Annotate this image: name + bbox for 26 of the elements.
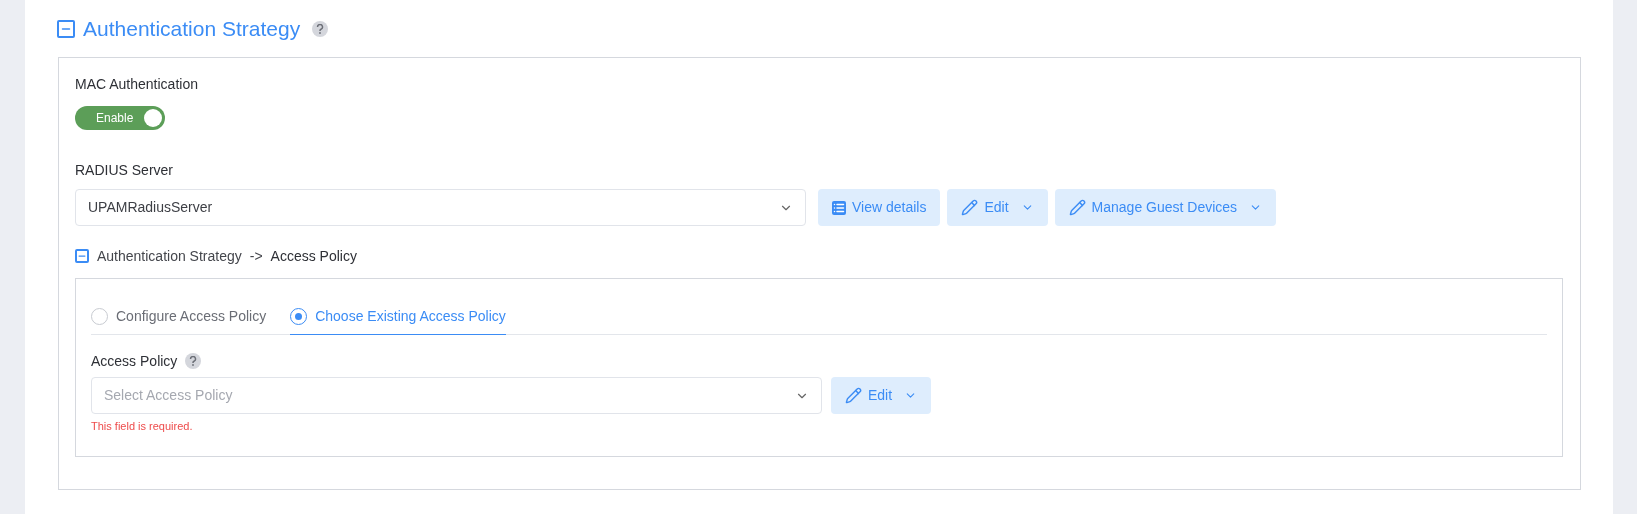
action-button[interactable]: Edit bbox=[831, 377, 932, 414]
pencil-icon bbox=[845, 387, 862, 404]
radio-tab[interactable]: Configure Access Policy bbox=[91, 299, 267, 335]
action-button[interactable]: Edit bbox=[947, 189, 1048, 226]
error-message: This field is required. bbox=[91, 419, 194, 434]
toggle-switch[interactable]: Enable bbox=[75, 106, 165, 130]
collapse-icon[interactable] bbox=[75, 249, 89, 263]
collapse-icon[interactable] bbox=[57, 20, 75, 38]
pencil-icon bbox=[1068, 199, 1086, 216]
field-label: Access Policy bbox=[91, 351, 178, 371]
toggle-knob bbox=[144, 109, 162, 127]
breadcrumb-current: Access Policy bbox=[270, 246, 357, 266]
pencil-icon bbox=[961, 199, 979, 216]
help-icon[interactable] bbox=[185, 353, 202, 369]
radio-tab[interactable]: Choose Existing Access Policy bbox=[290, 299, 506, 335]
section-title: Authentication Strategy bbox=[83, 16, 301, 43]
action-button[interactable]: View details bbox=[818, 189, 941, 226]
help-icon[interactable] bbox=[312, 21, 329, 37]
field-label: RADIUS Server bbox=[75, 161, 175, 180]
list-icon bbox=[832, 200, 846, 215]
breadcrumb-arrow: -> bbox=[249, 246, 263, 266]
field-label: MAC Authentication bbox=[75, 75, 199, 94]
action-button[interactable]: Manage Guest Devices bbox=[1054, 189, 1277, 226]
breadcrumb-text: Authentication Strategy bbox=[97, 246, 242, 266]
select-field[interactable]: Select Access Policy bbox=[91, 377, 822, 414]
select-field[interactable]: UPAMRadiusServer bbox=[75, 189, 806, 226]
